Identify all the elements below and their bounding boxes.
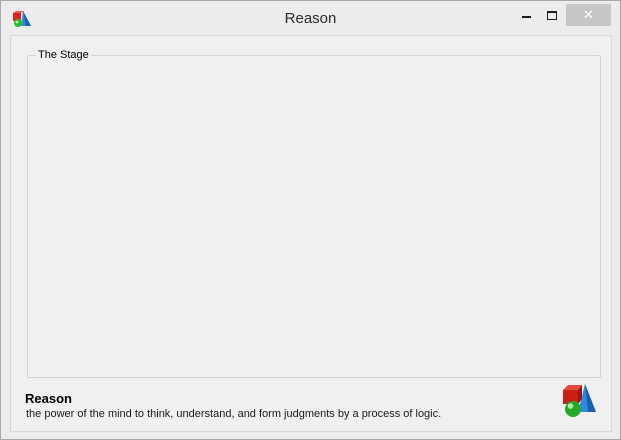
stage-legend: The Stage — [36, 49, 91, 61]
title-bar[interactable]: Reason ✕ — [1, 1, 620, 31]
shapes-logo-icon — [563, 384, 596, 417]
maximize-button[interactable] — [539, 4, 565, 26]
maximize-icon — [547, 10, 557, 20]
client-area: The Stage Reason the power of the mind t… — [10, 35, 612, 432]
stage-groupbox: The Stage — [27, 49, 601, 378]
minimize-icon — [521, 16, 531, 18]
close-icon: ✕ — [583, 7, 594, 23]
minimize-button[interactable] — [513, 4, 539, 26]
footer-title: Reason — [25, 391, 72, 406]
footer-description: the power of the mind to think, understa… — [26, 408, 442, 420]
app-window: Reason ✕ The Stage Reason the power of t… — [0, 0, 621, 440]
close-button[interactable]: ✕ — [566, 4, 611, 26]
